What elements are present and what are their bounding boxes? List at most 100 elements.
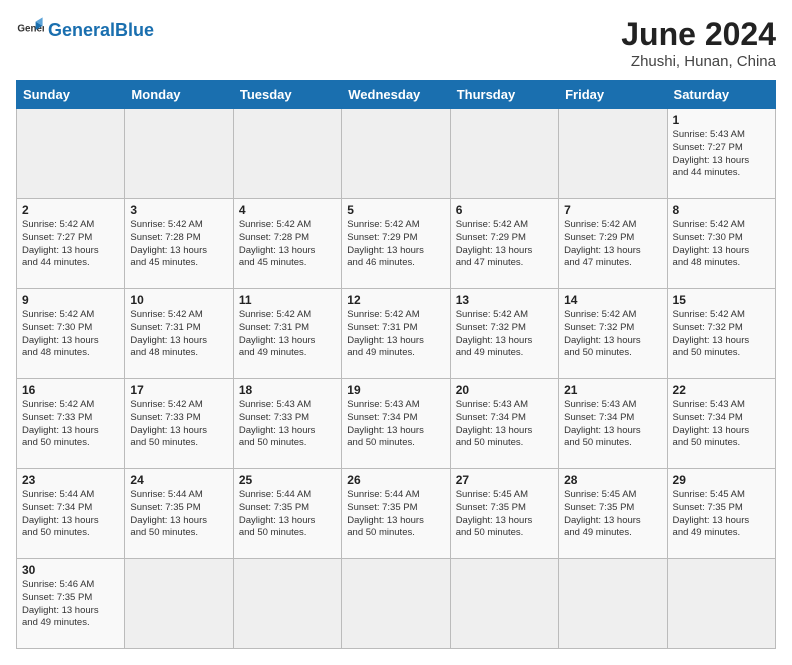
day-cell: 6Sunrise: 5:42 AM Sunset: 7:29 PM Daylig…: [450, 199, 558, 289]
day-info: Sunrise: 5:42 AM Sunset: 7:30 PM Dayligh…: [22, 309, 119, 360]
day-cell: [233, 109, 341, 199]
day-info: Sunrise: 5:42 AM Sunset: 7:32 PM Dayligh…: [673, 309, 770, 360]
day-number: 23: [22, 473, 119, 487]
day-info: Sunrise: 5:42 AM Sunset: 7:31 PM Dayligh…: [130, 309, 227, 360]
day-cell: 17 Sunrise: 5:42 AM Sunset: 7:33 PM Dayli…: [125, 379, 233, 469]
day-cell: [17, 109, 125, 199]
day-cell: 20 Sunrise: 5:43 AM Sunset: 7:34 PM Dayli…: [450, 379, 558, 469]
day-info: Sunrise: 5:44 AM Sunset: 7:35 PM Dayligh…: [130, 489, 227, 540]
day-info: Sunrise: 5:42 AM Sunset: 7:33 PM Dayligh…: [130, 399, 227, 450]
location: Zhushi, Hunan, China: [621, 53, 776, 70]
day-info: Sunrise: 5:44 AM Sunset: 7:34 PM Dayligh…: [22, 489, 119, 540]
day-info: Sunrise: 5:44 AM Sunset: 7:35 PM Dayligh…: [239, 489, 336, 540]
day-number: 2: [22, 203, 119, 217]
day-cell: [667, 559, 775, 649]
month-year: June 2024: [621, 16, 776, 53]
day-info: Sunrise: 5:42 AM Sunset: 7:33 PM Dayligh…: [22, 399, 119, 450]
day-cell: [342, 109, 450, 199]
week-row-1: 1 Sunrise: 5:43 AM Sunset: 7:27 PM Daylig…: [17, 109, 776, 199]
day-cell: 23 Sunrise: 5:44 AM Sunset: 7:34 PM Dayli…: [17, 469, 125, 559]
day-cell: [342, 559, 450, 649]
day-cell: 11Sunrise: 5:42 AM Sunset: 7:31 PM Dayli…: [233, 289, 341, 379]
day-cell: 13 Sunrise: 5:42 AM Sunset: 7:32 PM Dayli…: [450, 289, 558, 379]
week-row-3: 9 Sunrise: 5:42 AM Sunset: 7:30 PM Daylig…: [17, 289, 776, 379]
day-cell: [125, 559, 233, 649]
day-cell: 26Sunrise: 5:44 AM Sunset: 7:35 PM Dayli…: [342, 469, 450, 559]
day-info: Sunrise: 5:45 AM Sunset: 7:35 PM Dayligh…: [564, 489, 661, 540]
day-number: 10: [130, 293, 227, 307]
logo-icon: General: [16, 16, 44, 44]
day-cell: 3Sunrise: 5:42 AM Sunset: 7:28 PM Daylig…: [125, 199, 233, 289]
day-cell: [450, 109, 558, 199]
day-info: Sunrise: 5:42 AM Sunset: 7:32 PM Dayligh…: [456, 309, 553, 360]
day-number: 9: [22, 293, 119, 307]
day-cell: 18Sunrise: 5:43 AM Sunset: 7:33 PM Dayli…: [233, 379, 341, 469]
day-number: 11: [239, 293, 336, 307]
day-number: 20: [456, 383, 553, 397]
week-row-2: 2Sunrise: 5:42 AM Sunset: 7:27 PM Daylig…: [17, 199, 776, 289]
day-number: 17: [130, 383, 227, 397]
day-info: Sunrise: 5:44 AM Sunset: 7:35 PM Dayligh…: [347, 489, 444, 540]
day-number: 19: [347, 383, 444, 397]
weekday-header-row: SundayMondayTuesdayWednesdayThursdayFrid…: [17, 81, 776, 109]
logo: General GeneralBlue: [16, 16, 154, 44]
day-number: 25: [239, 473, 336, 487]
week-row-4: 16 Sunrise: 5:42 AM Sunset: 7:33 PM Dayli…: [17, 379, 776, 469]
day-cell: 9 Sunrise: 5:42 AM Sunset: 7:30 PM Daylig…: [17, 289, 125, 379]
day-cell: [125, 109, 233, 199]
day-cell: 1 Sunrise: 5:43 AM Sunset: 7:27 PM Daylig…: [667, 109, 775, 199]
day-info: Sunrise: 5:42 AM Sunset: 7:31 PM Dayligh…: [347, 309, 444, 360]
day-cell: 29 Sunrise: 5:45 AM Sunset: 7:35 PM Dayli…: [667, 469, 775, 559]
day-number: 22: [673, 383, 770, 397]
day-info: Sunrise: 5:42 AM Sunset: 7:29 PM Dayligh…: [347, 219, 444, 270]
weekday-monday: Monday: [125, 81, 233, 109]
day-cell: 4 Sunrise: 5:42 AM Sunset: 7:28 PM Daylig…: [233, 199, 341, 289]
day-cell: 15Sunrise: 5:42 AM Sunset: 7:32 PM Dayli…: [667, 289, 775, 379]
day-cell: 2Sunrise: 5:42 AM Sunset: 7:27 PM Daylig…: [17, 199, 125, 289]
day-info: Sunrise: 5:43 AM Sunset: 7:34 PM Dayligh…: [564, 399, 661, 450]
title-block: June 2024 Zhushi, Hunan, China: [621, 16, 776, 70]
day-info: Sunrise: 5:46 AM Sunset: 7:35 PM Dayligh…: [22, 579, 119, 630]
day-number: 24: [130, 473, 227, 487]
day-cell: 28 Sunrise: 5:45 AM Sunset: 7:35 PM Dayli…: [559, 469, 667, 559]
day-info: Sunrise: 5:42 AM Sunset: 7:28 PM Dayligh…: [239, 219, 336, 270]
day-info: Sunrise: 5:43 AM Sunset: 7:27 PM Dayligh…: [673, 129, 770, 180]
day-cell: 16 Sunrise: 5:42 AM Sunset: 7:33 PM Dayli…: [17, 379, 125, 469]
weekday-saturday: Saturday: [667, 81, 775, 109]
day-cell: [559, 109, 667, 199]
day-number: 5: [347, 203, 444, 217]
day-info: Sunrise: 5:43 AM Sunset: 7:34 PM Dayligh…: [456, 399, 553, 450]
page-header: General GeneralBlue June 2024 Zhushi, Hu…: [16, 16, 776, 70]
day-number: 7: [564, 203, 661, 217]
day-number: 8: [673, 203, 770, 217]
day-number: 28: [564, 473, 661, 487]
weekday-friday: Friday: [559, 81, 667, 109]
day-cell: 7 Sunrise: 5:42 AM Sunset: 7:29 PM Daylig…: [559, 199, 667, 289]
day-cell: [559, 559, 667, 649]
day-number: 6: [456, 203, 553, 217]
day-number: 21: [564, 383, 661, 397]
day-info: Sunrise: 5:43 AM Sunset: 7:34 PM Dayligh…: [347, 399, 444, 450]
day-cell: 22Sunrise: 5:43 AM Sunset: 7:34 PM Dayli…: [667, 379, 775, 469]
week-row-6: 30Sunrise: 5:46 AM Sunset: 7:35 PM Dayli…: [17, 559, 776, 649]
day-cell: 27Sunrise: 5:45 AM Sunset: 7:35 PM Dayli…: [450, 469, 558, 559]
day-number: 12: [347, 293, 444, 307]
day-cell: 24 Sunrise: 5:44 AM Sunset: 7:35 PM Dayli…: [125, 469, 233, 559]
day-cell: 25 Sunrise: 5:44 AM Sunset: 7:35 PM Dayli…: [233, 469, 341, 559]
weekday-sunday: Sunday: [17, 81, 125, 109]
day-cell: 12 Sunrise: 5:42 AM Sunset: 7:31 PM Dayli…: [342, 289, 450, 379]
day-number: 18: [239, 383, 336, 397]
day-number: 13: [456, 293, 553, 307]
week-row-5: 23 Sunrise: 5:44 AM Sunset: 7:34 PM Dayli…: [17, 469, 776, 559]
day-number: 1: [673, 113, 770, 127]
day-number: 16: [22, 383, 119, 397]
day-number: 14: [564, 293, 661, 307]
day-info: Sunrise: 5:45 AM Sunset: 7:35 PM Dayligh…: [673, 489, 770, 540]
day-number: 4: [239, 203, 336, 217]
day-number: 27: [456, 473, 553, 487]
day-info: Sunrise: 5:42 AM Sunset: 7:29 PM Dayligh…: [564, 219, 661, 270]
day-cell: 5 Sunrise: 5:42 AM Sunset: 7:29 PM Daylig…: [342, 199, 450, 289]
day-cell: 14 Sunrise: 5:42 AM Sunset: 7:32 PM Dayli…: [559, 289, 667, 379]
day-info: Sunrise: 5:42 AM Sunset: 7:32 PM Dayligh…: [564, 309, 661, 360]
day-number: 29: [673, 473, 770, 487]
